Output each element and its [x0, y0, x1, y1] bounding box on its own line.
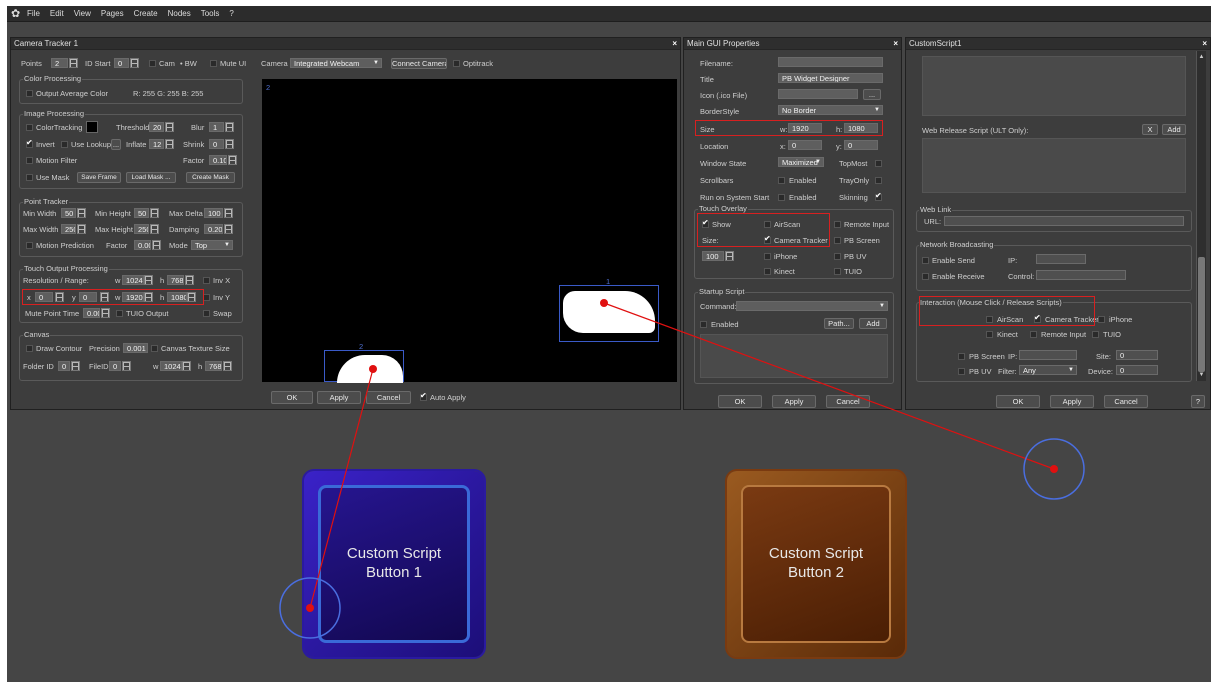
workspace: ✿ File Edit View Pages Create Nodes Tool… — [7, 6, 1211, 682]
touch-line-1 — [309, 368, 374, 609]
touch-source-dot-2 — [600, 299, 608, 307]
touch-source-dot-1 — [369, 365, 377, 373]
touch-overlay-layer — [279, 299, 1085, 639]
touch-line-2 — [603, 302, 1055, 470]
touch-dot-1 — [306, 604, 314, 612]
touch-dot-2 — [1050, 465, 1058, 473]
